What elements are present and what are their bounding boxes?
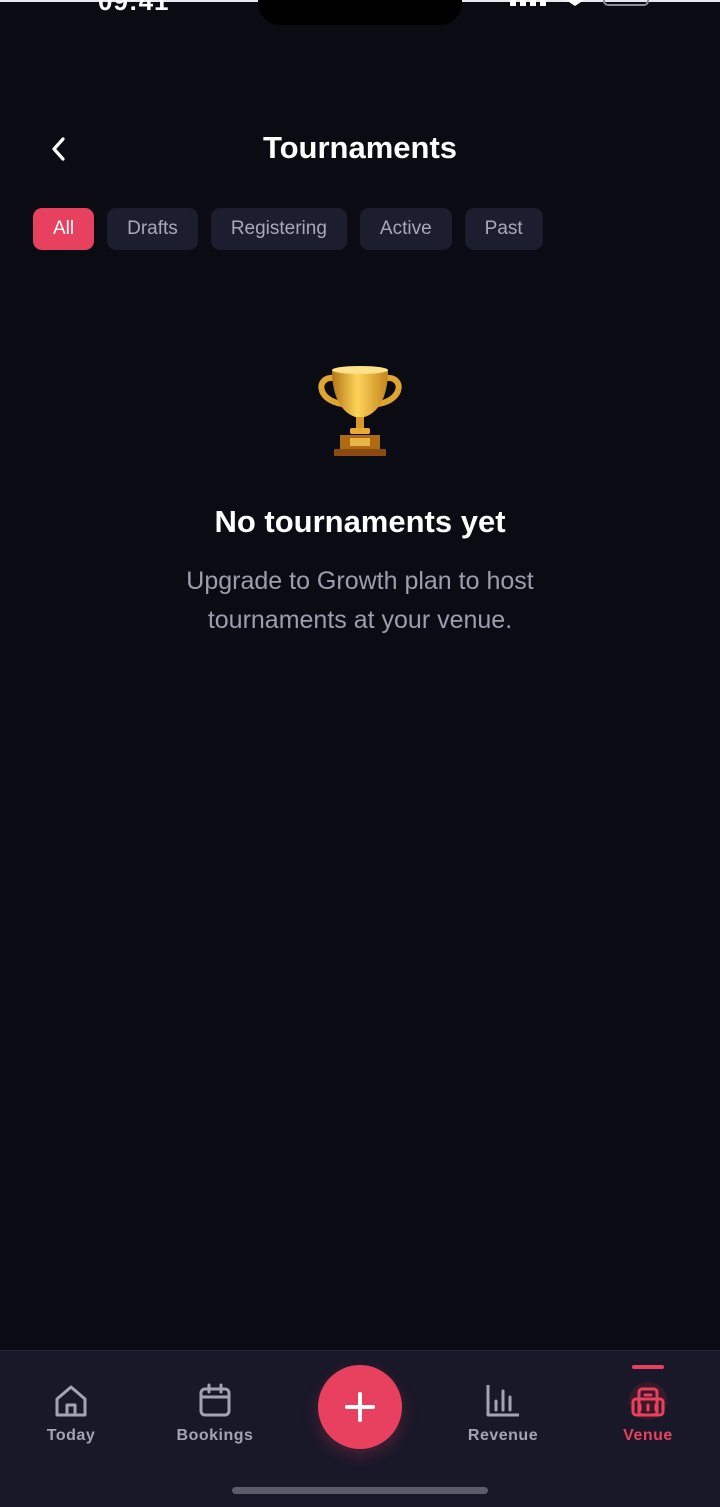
status-time: 09:41 (98, 0, 170, 16)
dynamic-island (258, 0, 462, 25)
home-indicator (232, 1487, 488, 1494)
nav-label-bookings: Bookings (176, 1427, 254, 1444)
home-icon (55, 1385, 87, 1417)
battery-icon (603, 0, 649, 6)
calendar-icon (199, 1383, 231, 1417)
tab-drafts[interactable]: Drafts (107, 208, 198, 250)
add-button[interactable] (318, 1365, 402, 1449)
tab-active[interactable]: Active (359, 208, 452, 250)
nav-item-bookings[interactable]: Bookings (160, 1381, 270, 1445)
active-indicator (632, 1365, 664, 1369)
nav-label-today: Today (46, 1427, 96, 1444)
nav-item-today[interactable]: Today (16, 1381, 126, 1445)
plus-icon (345, 1392, 375, 1422)
nav-item-venue[interactable]: Venue (593, 1381, 703, 1445)
nav-item-revenue[interactable]: Revenue (448, 1381, 558, 1445)
tab-all[interactable]: All (33, 208, 95, 250)
page-title: Tournaments (262, 130, 458, 165)
empty-state-subtitle: Upgrade to Growth plan to host tournamen… (186, 567, 534, 634)
nav-label-revenue: Revenue (467, 1427, 539, 1444)
empty-state: No tournaments yet Upgrade to Growth pla… (0, 360, 720, 640)
filter-tabs: All Drafts Registering Active Past (33, 208, 543, 250)
empty-state-title: No tournaments yet (214, 504, 506, 539)
bottom-nav: Today Bookings Revenue Venue (0, 1350, 720, 1507)
trophy-icon (318, 366, 402, 456)
tab-registering[interactable]: Registering (210, 208, 347, 250)
wifi-icon (566, 0, 584, 6)
bar-chart-icon (486, 1385, 519, 1417)
tab-past[interactable]: Past (464, 208, 543, 250)
status-bar: 09:41 (0, 0, 720, 30)
nav-label-venue: Venue (623, 1427, 673, 1444)
header: Tournaments (0, 118, 720, 180)
building-icon (629, 1382, 667, 1420)
signal-icon (510, 0, 546, 6)
